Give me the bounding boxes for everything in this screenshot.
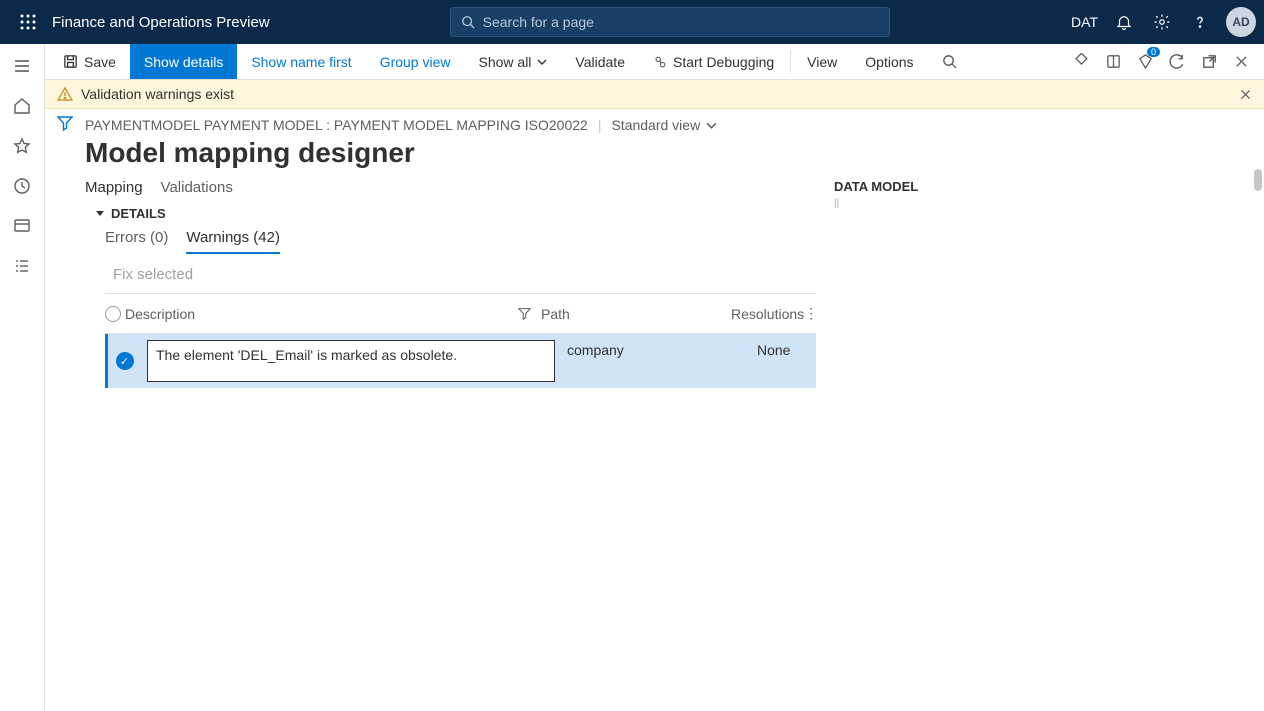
caret-down-icon xyxy=(95,209,105,219)
details-label: DETAILS xyxy=(111,206,166,221)
start-debugging-label: Start Debugging xyxy=(673,54,774,70)
start-debugging-button[interactable]: Start Debugging xyxy=(639,44,788,79)
chevron-down-icon xyxy=(706,120,717,131)
app-header: Finance and Operations Preview Search fo… xyxy=(0,0,1264,44)
checkmark-icon: ✓ xyxy=(116,352,134,370)
splitter-handle-icon[interactable]: || xyxy=(834,198,1246,209)
left-content: Mapping Validations DETAILS Errors (0) W… xyxy=(85,179,816,388)
show-name-first-button[interactable]: Show name first xyxy=(237,44,365,79)
grid-header: Description Path Resolutions ⋮ xyxy=(105,294,816,334)
sub-tabs: Mapping Validations xyxy=(85,179,816,196)
bell-icon[interactable] xyxy=(1112,10,1136,34)
cell-description: The element 'DEL_Email' is marked as obs… xyxy=(141,334,561,388)
app-title: Finance and Operations Preview xyxy=(52,14,270,31)
view-button[interactable]: View xyxy=(793,44,851,79)
refresh-icon[interactable] xyxy=(1166,51,1188,73)
apps-launcher-icon[interactable] xyxy=(8,0,48,44)
right-panel: DATA MODEL || xyxy=(816,179,1246,388)
message-text: Validation warnings exist xyxy=(81,86,234,102)
issue-tabs: Errors (0) Warnings (42) xyxy=(85,229,816,254)
group-view-button[interactable]: Group view xyxy=(366,44,465,79)
search-icon xyxy=(942,54,957,69)
page-layout: Mapping Validations DETAILS Errors (0) W… xyxy=(85,179,1246,388)
close-icon[interactable] xyxy=(1230,51,1252,73)
message-close-icon[interactable] xyxy=(1239,88,1252,101)
page: PAYMENTMODEL PAYMENT MODEL : PAYMENT MOD… xyxy=(85,109,1264,711)
breadcrumb-divider: | xyxy=(598,117,602,133)
commandbar-right: 0 xyxy=(1070,44,1260,79)
recent-icon[interactable] xyxy=(10,174,34,198)
company-code[interactable]: DAT xyxy=(1071,14,1098,30)
col-description-label: Description xyxy=(125,306,195,322)
save-icon xyxy=(63,54,78,69)
funnel-icon[interactable] xyxy=(57,115,73,711)
command-bar: Save Show details Show name first Group … xyxy=(45,44,1264,80)
office-icon[interactable] xyxy=(1102,51,1124,73)
cell-resolutions: None xyxy=(751,334,816,388)
tab-warnings[interactable]: Warnings (42) xyxy=(186,229,280,254)
warning-icon xyxy=(57,86,73,102)
circle-icon xyxy=(105,306,121,322)
description-input[interactable]: The element 'DEL_Email' is marked as obs… xyxy=(147,340,555,382)
options-button[interactable]: Options xyxy=(851,44,927,79)
modules-icon[interactable] xyxy=(10,254,34,278)
table-row[interactable]: ✓ The element 'DEL_Email' is marked as o… xyxy=(105,334,816,388)
message-bar: Validation warnings exist xyxy=(45,80,1264,109)
tab-mapping[interactable]: Mapping xyxy=(85,179,143,196)
search-icon xyxy=(461,15,475,29)
view-dropdown[interactable]: Standard view xyxy=(611,117,717,133)
notification-badge: 0 xyxy=(1147,47,1160,57)
col-description-header[interactable]: Description xyxy=(121,306,541,322)
chevron-down-icon xyxy=(537,57,547,67)
search-placeholder: Search for a page xyxy=(483,14,594,30)
left-nav-rail xyxy=(0,44,45,711)
show-all-button[interactable]: Show all xyxy=(465,44,562,79)
save-label: Save xyxy=(84,54,116,70)
workspace-icon[interactable] xyxy=(10,214,34,238)
filter-icon[interactable] xyxy=(518,307,531,320)
hamburger-icon[interactable] xyxy=(10,54,34,78)
data-model-header: DATA MODEL xyxy=(834,179,1246,194)
help-icon[interactable] xyxy=(1188,10,1212,34)
page-title: Model mapping designer xyxy=(85,137,1246,169)
fix-selected-action: Fix selected xyxy=(85,266,816,283)
select-all[interactable] xyxy=(105,306,121,322)
validate-button[interactable]: Validate xyxy=(561,44,639,79)
tab-errors[interactable]: Errors (0) xyxy=(105,229,168,254)
col-resolutions-header[interactable]: Resolutions xyxy=(731,306,804,322)
search-action[interactable] xyxy=(928,44,971,79)
content-wrap: PAYMENTMODEL PAYMENT MODEL : PAYMENT MOD… xyxy=(45,109,1264,711)
cell-path: company xyxy=(561,334,751,388)
home-icon[interactable] xyxy=(10,94,34,118)
save-button[interactable]: Save xyxy=(49,44,130,79)
scrollbar-thumb[interactable] xyxy=(1254,169,1262,191)
show-all-label: Show all xyxy=(479,54,532,70)
main-area: Save Show details Show name first Group … xyxy=(45,44,1264,711)
details-header[interactable]: DETAILS xyxy=(85,206,816,221)
view-label: Standard view xyxy=(611,117,700,133)
star-icon[interactable] xyxy=(10,134,34,158)
col-path-header[interactable]: Path xyxy=(541,306,731,322)
divider xyxy=(790,50,791,73)
avatar[interactable]: AD xyxy=(1226,7,1256,37)
breadcrumb: PAYMENTMODEL PAYMENT MODEL : PAYMENT MOD… xyxy=(85,117,1246,133)
warnings-grid: Description Path Resolutions ⋮ ✓ The ele… xyxy=(105,293,816,388)
search-input[interactable]: Search for a page xyxy=(450,7,890,37)
filter-column xyxy=(45,109,85,711)
notification-icon[interactable]: 0 xyxy=(1134,51,1156,73)
gear-icon[interactable] xyxy=(1150,10,1174,34)
header-right: DAT AD xyxy=(1071,7,1256,37)
attach-icon[interactable] xyxy=(1070,51,1092,73)
popout-icon[interactable] xyxy=(1198,51,1220,73)
shell: Save Show details Show name first Group … xyxy=(0,44,1264,711)
show-details-button[interactable]: Show details xyxy=(130,44,237,79)
row-selector[interactable]: ✓ xyxy=(108,334,141,388)
breadcrumb-text: PAYMENTMODEL PAYMENT MODEL : PAYMENT MOD… xyxy=(85,117,588,133)
debug-icon xyxy=(653,55,667,69)
tab-validations[interactable]: Validations xyxy=(161,179,233,196)
